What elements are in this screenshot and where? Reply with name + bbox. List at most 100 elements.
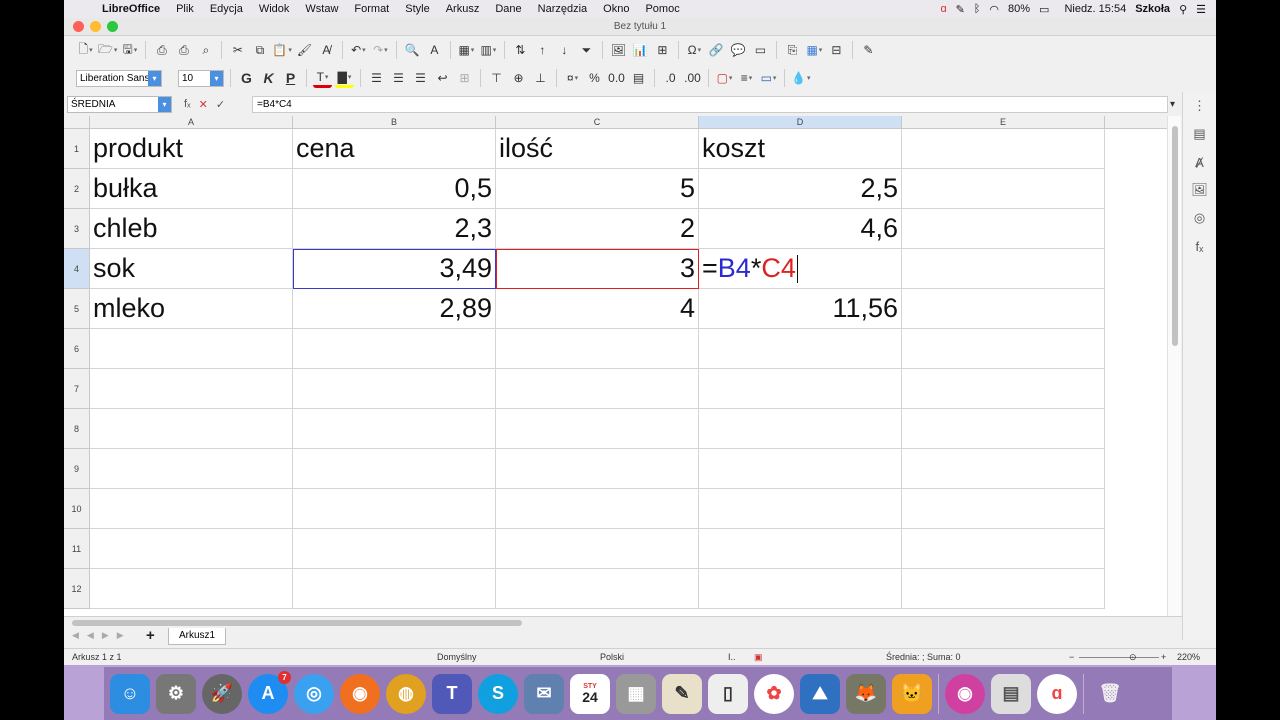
align-middle-icon[interactable]: ⊕ bbox=[509, 68, 528, 88]
paste-icon[interactable]: 📋 bbox=[272, 40, 291, 60]
cell-a1[interactable]: produkt bbox=[90, 129, 293, 169]
more-options-icon[interactable]: ⋮ bbox=[1183, 92, 1216, 120]
formula-input[interactable]: =B4*C4 bbox=[252, 95, 1168, 113]
undo-icon[interactable]: ↶ bbox=[349, 40, 368, 60]
first-sheet-icon[interactable]: ◀ bbox=[72, 630, 79, 641]
cell[interactable] bbox=[496, 489, 699, 529]
font-size-box[interactable]: 10 ▾ bbox=[178, 69, 224, 87]
search-icon[interactable]: ⚲ bbox=[1179, 3, 1187, 16]
cell[interactable] bbox=[699, 409, 902, 449]
menu-plik[interactable]: Plik bbox=[168, 3, 202, 15]
control-center-icon[interactable]: ☰ bbox=[1196, 3, 1206, 16]
cell[interactable] bbox=[699, 449, 902, 489]
align-top-icon[interactable]: ⊤ bbox=[487, 68, 506, 88]
launchpad-icon[interactable]: 🚀 bbox=[202, 673, 242, 714]
cell-e3[interactable] bbox=[902, 209, 1105, 249]
column-header-b[interactable]: B bbox=[293, 116, 496, 129]
column-header-a[interactable]: A bbox=[90, 116, 293, 129]
battery-icon[interactable]: ▭ bbox=[1039, 3, 1049, 16]
cell[interactable] bbox=[293, 369, 496, 409]
cell[interactable] bbox=[90, 569, 293, 609]
cell[interactable] bbox=[699, 489, 902, 529]
menu-style[interactable]: Style bbox=[397, 3, 437, 15]
column-icon[interactable]: ▥ bbox=[479, 40, 498, 60]
row-header[interactable]: 4 bbox=[64, 249, 90, 289]
cell-d1[interactable]: koszt bbox=[699, 129, 902, 169]
cell-c2[interactable]: 5 bbox=[496, 169, 699, 209]
cell[interactable] bbox=[902, 329, 1105, 369]
prev-sheet-icon[interactable]: ◀ bbox=[87, 630, 94, 641]
find-replace-icon[interactable]: 🔍 bbox=[403, 40, 422, 60]
cell[interactable] bbox=[699, 529, 902, 569]
cell[interactable] bbox=[90, 329, 293, 369]
cell[interactable] bbox=[90, 369, 293, 409]
row-header[interactable]: 12 bbox=[64, 569, 90, 609]
add-sheet-icon[interactable]: + bbox=[146, 627, 155, 644]
row-header[interactable]: 3 bbox=[64, 209, 90, 249]
cell[interactable] bbox=[293, 489, 496, 529]
bold-icon[interactable]: G bbox=[237, 68, 256, 88]
cell-b3[interactable]: 2,3 bbox=[293, 209, 496, 249]
menu-dane[interactable]: Dane bbox=[487, 3, 529, 15]
app-store-icon[interactable]: A7 bbox=[248, 670, 291, 714]
status-page-style[interactable]: Domyślny bbox=[437, 652, 477, 662]
underline-icon[interactable]: P bbox=[281, 68, 300, 88]
row-header[interactable]: 1 bbox=[64, 129, 90, 169]
navigator-icon[interactable]: ◎ bbox=[1183, 204, 1216, 232]
cell-c3[interactable]: 2 bbox=[496, 209, 699, 249]
cell[interactable] bbox=[496, 369, 699, 409]
zoom-out-icon[interactable]: − bbox=[1069, 652, 1074, 662]
autofilter-icon[interactable]: ⏷ bbox=[577, 40, 596, 60]
menu-wstaw[interactable]: Wstaw bbox=[297, 3, 346, 15]
font-name-box[interactable]: Liberation Sans ▾ bbox=[76, 69, 162, 87]
gimp-icon[interactable]: 🦊 bbox=[846, 673, 886, 714]
sort-descending-icon[interactable]: ↓ bbox=[555, 40, 574, 60]
define-print-area-icon[interactable]: ⎘ bbox=[783, 40, 802, 60]
align-bottom-icon[interactable]: ⊥ bbox=[531, 68, 550, 88]
print-icon[interactable]: ⎙ bbox=[174, 40, 193, 60]
border-color-icon[interactable]: ▭ bbox=[759, 68, 778, 88]
cut-icon[interactable]: ✂ bbox=[228, 40, 247, 60]
merge-cells-icon[interactable]: ⊞ bbox=[455, 68, 474, 88]
textedit-icon[interactable]: ✎ bbox=[662, 673, 702, 714]
scratch-icon[interactable]: 🐱 bbox=[892, 673, 932, 714]
firefox-icon[interactable]: ◉ bbox=[340, 673, 380, 714]
menu-narzedzia[interactable]: Narzędzia bbox=[530, 3, 596, 15]
cell-e1[interactable] bbox=[902, 129, 1105, 169]
cell-a4[interactable]: sok bbox=[90, 249, 293, 289]
menu-format[interactable]: Format bbox=[346, 3, 397, 15]
cell[interactable] bbox=[293, 329, 496, 369]
conditional-format-icon[interactable]: 💧 bbox=[791, 68, 810, 88]
cell-e4[interactable] bbox=[902, 249, 1105, 289]
wifi-icon[interactable]: ◠ bbox=[989, 3, 999, 16]
cell[interactable] bbox=[699, 369, 902, 409]
cell-b2[interactable]: 0,5 bbox=[293, 169, 496, 209]
zoom-window-button[interactable] bbox=[107, 21, 118, 32]
align-left-icon[interactable]: ☰ bbox=[367, 68, 386, 88]
status-app-icon[interactable]: ɑ bbox=[940, 3, 946, 15]
cell[interactable] bbox=[90, 409, 293, 449]
column-header-e[interactable]: E bbox=[902, 116, 1105, 129]
number-format-icon[interactable]: 0.0 bbox=[607, 68, 626, 88]
cell[interactable] bbox=[496, 569, 699, 609]
cell[interactable] bbox=[902, 529, 1105, 569]
cell-e5[interactable] bbox=[902, 289, 1105, 329]
user-name[interactable]: Szkoła bbox=[1135, 3, 1170, 15]
skype-icon[interactable]: S bbox=[478, 673, 518, 714]
chevron-down-icon[interactable]: ▾ bbox=[158, 96, 171, 112]
gallery-icon[interactable]: 🖼 bbox=[1183, 176, 1216, 204]
insert-image-icon[interactable]: 🖼 bbox=[609, 40, 628, 60]
new-document-icon[interactable]: 🗋 bbox=[76, 40, 95, 60]
photos-icon[interactable]: ✿ bbox=[754, 673, 794, 714]
menu-okno[interactable]: Okno bbox=[595, 3, 637, 15]
export-pdf-icon[interactable]: ⎙ bbox=[152, 40, 171, 60]
sort-ascending-icon[interactable]: ↑ bbox=[533, 40, 552, 60]
menu-app[interactable]: LibreOffice bbox=[94, 3, 168, 15]
copy-icon[interactable]: ⧉ bbox=[250, 40, 269, 60]
safari-icon[interactable]: ◎ bbox=[294, 673, 334, 714]
sheet-tab[interactable]: Arkusz1 bbox=[168, 628, 227, 645]
redo-icon[interactable]: ↷ bbox=[371, 40, 390, 60]
font-color-icon[interactable]: T bbox=[313, 68, 332, 88]
cell[interactable] bbox=[90, 529, 293, 569]
menu-edycja[interactable]: Edycja bbox=[202, 3, 251, 15]
